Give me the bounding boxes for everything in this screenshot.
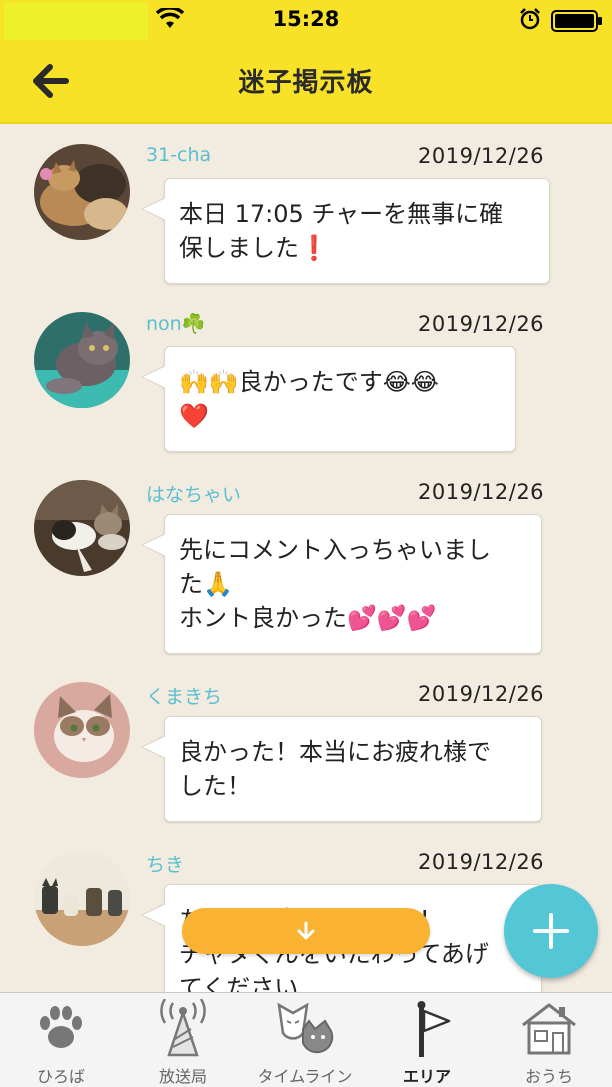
bottom-tab-bar: ひろば 放送局 タイムライン エリア おうち bbox=[0, 992, 612, 1087]
username[interactable]: ちき bbox=[146, 850, 184, 877]
battery-icon bbox=[551, 10, 602, 32]
tab-label: おうち bbox=[524, 1067, 573, 1086]
tab-label: 放送局 bbox=[158, 1067, 207, 1086]
post-date: 2019/12/26 bbox=[418, 682, 545, 706]
tab-home[interactable]: おうち bbox=[488, 993, 610, 1087]
user-avatar[interactable] bbox=[34, 144, 130, 240]
message-bubble: 良かった！本当にお疲れ様で した！ bbox=[141, 716, 542, 822]
house-icon bbox=[522, 1003, 576, 1055]
tab-hiroba[interactable]: ひろば bbox=[0, 993, 122, 1087]
message-bubble: 先にコメント入っちゃいまし た🙏 ホント良かった💕💕💕 bbox=[141, 514, 542, 654]
user-avatar[interactable] bbox=[34, 312, 130, 408]
alarm-icon bbox=[520, 8, 540, 30]
app-header: 迷子掲示板 bbox=[0, 40, 612, 124]
status-bar: 15:28 bbox=[0, 0, 612, 42]
tab-label: タイムライン bbox=[257, 1067, 353, 1086]
post-date: 2019/12/26 bbox=[418, 312, 545, 336]
broadcast-tower-icon bbox=[160, 998, 206, 1057]
scroll-to-bottom-button[interactable] bbox=[182, 908, 430, 954]
username[interactable]: くまきち bbox=[146, 682, 222, 709]
message-feed[interactable]: 31-cha 2019/12/26 本日 17:05 チャーを無事に確 保しまし… bbox=[0, 124, 612, 992]
flag-icon bbox=[417, 1001, 451, 1057]
user-avatar[interactable] bbox=[34, 480, 130, 576]
user-avatar[interactable] bbox=[34, 682, 130, 778]
tab-label: エリア bbox=[402, 1067, 451, 1086]
post-date: 2019/12/26 bbox=[418, 850, 545, 874]
post-date: 2019/12/26 bbox=[418, 144, 545, 168]
tab-timeline[interactable]: タイムライン bbox=[244, 993, 366, 1087]
arrow-down-icon bbox=[297, 921, 315, 940]
paw-icon bbox=[40, 1006, 82, 1048]
plus-icon bbox=[533, 913, 569, 949]
cat-faces-icon bbox=[277, 1002, 334, 1054]
username[interactable]: はなちゃい bbox=[146, 480, 241, 507]
tab-label: ひろば bbox=[36, 1067, 85, 1086]
message-bubble: 本日 17:05 チャーを無事に確 保しました❗ bbox=[141, 178, 550, 284]
tab-area[interactable]: エリア bbox=[366, 993, 488, 1087]
message-bubble: 🙌🙌良かったです😂😂 ❤️ bbox=[141, 346, 516, 452]
username[interactable]: 31-cha bbox=[146, 144, 211, 166]
post-date: 2019/12/26 bbox=[418, 480, 545, 504]
username[interactable]: non☘️ bbox=[146, 312, 205, 335]
add-post-button[interactable] bbox=[504, 884, 598, 978]
user-avatar[interactable] bbox=[34, 850, 130, 946]
page-title: 迷子掲示板 bbox=[238, 68, 374, 98]
tab-broadcast[interactable]: 放送局 bbox=[122, 993, 244, 1087]
